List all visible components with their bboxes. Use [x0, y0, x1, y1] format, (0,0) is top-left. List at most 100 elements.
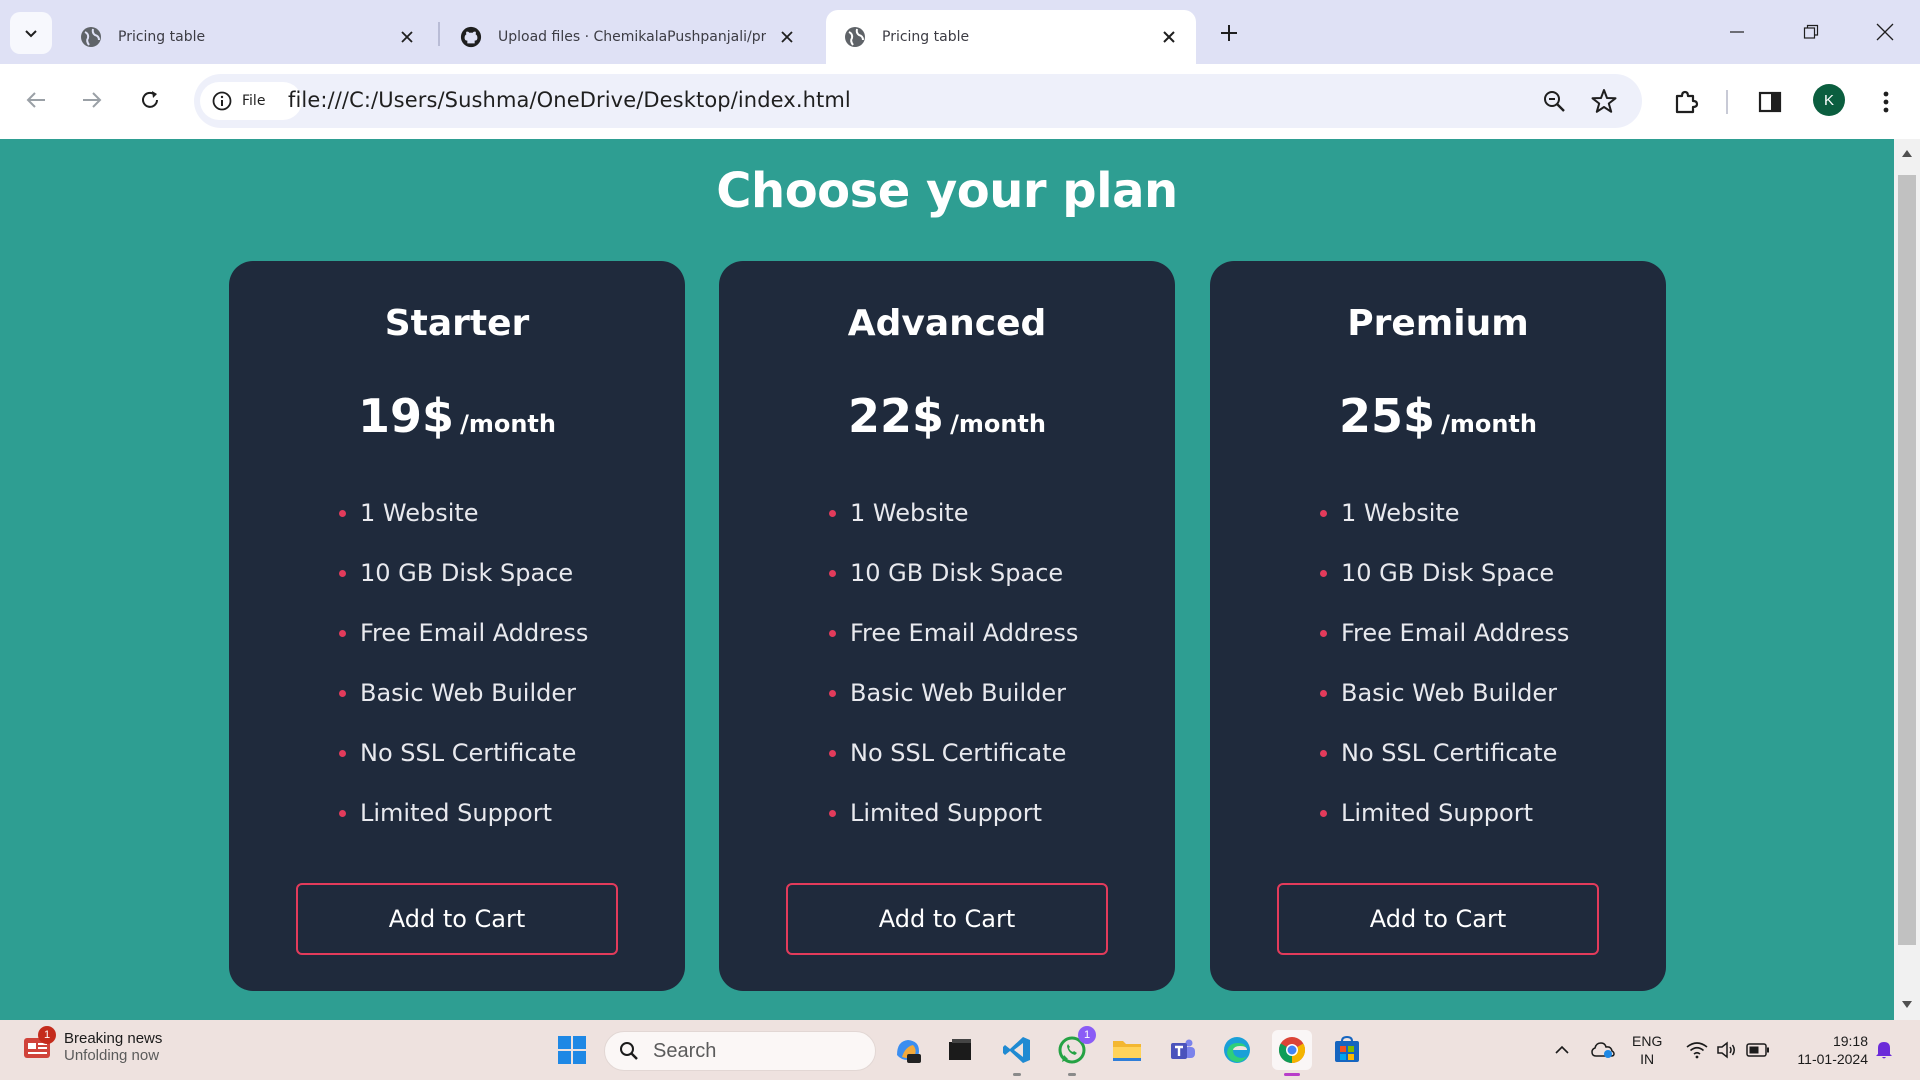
plan-name: Advanced: [847, 303, 1047, 344]
scroll-down-icon[interactable]: [1899, 997, 1915, 1013]
copilot-app[interactable]: [888, 1030, 928, 1070]
teams-app[interactable]: [1162, 1030, 1202, 1070]
file-explorer-app[interactable]: [1107, 1030, 1147, 1070]
close-icon[interactable]: [394, 24, 420, 50]
tab-search-button[interactable]: [10, 12, 52, 54]
plus-icon: [1221, 25, 1237, 41]
plan-name: Premium: [1347, 303, 1529, 344]
scrollbar-thumb[interactable]: [1898, 175, 1916, 945]
site-info-chip[interactable]: File: [200, 82, 302, 120]
minimize-icon: [1730, 31, 1744, 33]
feature-item: Basic Web Builder: [339, 663, 588, 723]
bookmark-star-icon[interactable]: [1588, 85, 1620, 117]
tab-bar: Pricing table Upload files · ChemikalaPu…: [0, 0, 1920, 64]
close-icon[interactable]: [1156, 24, 1182, 50]
feature-item: Basic Web Builder: [1320, 663, 1569, 723]
windows-taskbar: 1 Breaking news Unfolding now Search 1 E…: [0, 1020, 1920, 1080]
volume-tray[interactable]: [1714, 1030, 1740, 1070]
start-button[interactable]: [552, 1030, 592, 1070]
running-indicator: [1284, 1073, 1300, 1076]
price-row: 22$/month: [719, 389, 1175, 443]
show-hidden-icons[interactable]: [1552, 1030, 1572, 1070]
restore-button[interactable]: [1784, 8, 1838, 56]
tab-pricing-table-active[interactable]: Pricing table: [826, 10, 1196, 64]
tab-divider: [438, 22, 440, 46]
system-clock[interactable]: 19:18 11-01-2024: [1788, 1032, 1868, 1068]
add-to-cart-button[interactable]: Add to Cart: [1277, 883, 1599, 955]
taskbar-search[interactable]: Search: [604, 1031, 876, 1071]
bullet-dot: [829, 689, 836, 697]
feature-item: 1 Website: [1320, 483, 1569, 543]
arrow-left-icon: [26, 92, 45, 108]
file-explorer-dark-app[interactable]: [940, 1030, 980, 1070]
bullet-dot: [829, 749, 836, 757]
forward-button[interactable]: [72, 80, 112, 120]
clock-time: 19:18: [1832, 1033, 1868, 1049]
menu-kebab-icon[interactable]: [1866, 82, 1906, 122]
folder-icon: [1113, 1041, 1141, 1061]
search-label: Search: [653, 1039, 717, 1062]
side-panel-icon[interactable]: [1750, 82, 1790, 122]
add-to-cart-button[interactable]: Add to Cart: [786, 883, 1108, 955]
feature-item: Basic Web Builder: [829, 663, 1078, 723]
battery-tray[interactable]: [1744, 1030, 1772, 1070]
feature-label: 1 Website: [850, 499, 969, 527]
plan-period: /month: [460, 410, 556, 438]
feature-label: Free Email Address: [850, 619, 1079, 647]
feature-item: Free Email Address: [829, 603, 1078, 663]
cloud-icon: [1591, 1042, 1615, 1058]
url-text[interactable]: file:///C:/Users/Sushma/OneDrive/Desktop…: [288, 88, 851, 112]
close-icon[interactable]: [774, 24, 800, 50]
plan-period: /month: [950, 410, 1046, 438]
region-code: IN: [1640, 1051, 1655, 1067]
profile-avatar[interactable]: K: [1813, 84, 1845, 116]
feature-list: 1 Website 10 GB Disk Space Free Email Ad…: [829, 483, 1078, 843]
page-viewport: Choose your plan Starter 19$/month 1 Web…: [0, 139, 1894, 1020]
bullet-dot: [829, 629, 836, 637]
bullet-dot: [339, 689, 346, 697]
wifi-tray[interactable]: [1684, 1030, 1710, 1070]
tab-pricing-table-1[interactable]: Pricing table: [62, 10, 434, 64]
new-tab-button[interactable]: [1212, 16, 1246, 50]
bullet-dot: [1320, 569, 1327, 577]
feature-item: Limited Support: [339, 783, 588, 843]
reload-button[interactable]: [130, 80, 170, 120]
feature-label: 10 GB Disk Space: [360, 559, 574, 587]
bullet-dot: [339, 809, 346, 817]
tab-upload-files[interactable]: Upload files · ChemikalaPushpanjali/pric…: [442, 10, 814, 64]
scroll-up-icon[interactable]: [1899, 145, 1915, 161]
feature-item: Limited Support: [1320, 783, 1569, 843]
notifications-tray[interactable]: [1872, 1030, 1896, 1070]
add-to-cart-button[interactable]: Add to Cart: [296, 883, 618, 955]
feature-list: 1 Website 10 GB Disk Space Free Email Ad…: [339, 483, 588, 843]
feature-item: 10 GB Disk Space: [339, 543, 588, 603]
feature-label: 10 GB Disk Space: [1341, 559, 1555, 587]
onedrive-tray[interactable]: [1590, 1030, 1616, 1070]
news-icon: 1: [22, 1026, 56, 1062]
plan-card-starter: Starter 19$/month 1 Website 10 GB Disk S…: [229, 261, 685, 991]
chevron-down-icon: [25, 30, 37, 38]
back-button[interactable]: [16, 80, 56, 120]
extensions-icon[interactable]: [1666, 82, 1706, 122]
feature-label: No SSL Certificate: [1341, 739, 1558, 767]
globe-icon: [80, 26, 102, 48]
feature-label: No SSL Certificate: [360, 739, 577, 767]
zoom-icon[interactable]: [1538, 85, 1570, 117]
arrow-right-icon: [83, 92, 102, 108]
close-window-button[interactable]: [1858, 8, 1912, 56]
whatsapp-app[interactable]: 1: [1052, 1026, 1096, 1076]
address-bar[interactable]: File file:///C:/Users/Sushma/OneDrive/De…: [194, 74, 1642, 128]
edge-app[interactable]: [1217, 1030, 1257, 1070]
language-indicator[interactable]: ENG IN: [1632, 1032, 1662, 1068]
minimize-button[interactable]: [1710, 8, 1764, 56]
restore-icon: [1803, 24, 1819, 39]
vertical-scrollbar[interactable]: [1894, 139, 1920, 1020]
feature-item: Limited Support: [829, 783, 1078, 843]
chrome-app[interactable]: [1272, 1030, 1312, 1076]
vscode-app[interactable]: [997, 1030, 1037, 1076]
plan-price: 19$: [358, 389, 455, 443]
news-widget[interactable]: 1 Breaking news Unfolding now: [22, 1026, 162, 1064]
store-app[interactable]: [1327, 1030, 1367, 1070]
clock-date: 11-01-2024: [1797, 1051, 1868, 1067]
price-row: 19$/month: [229, 389, 685, 443]
